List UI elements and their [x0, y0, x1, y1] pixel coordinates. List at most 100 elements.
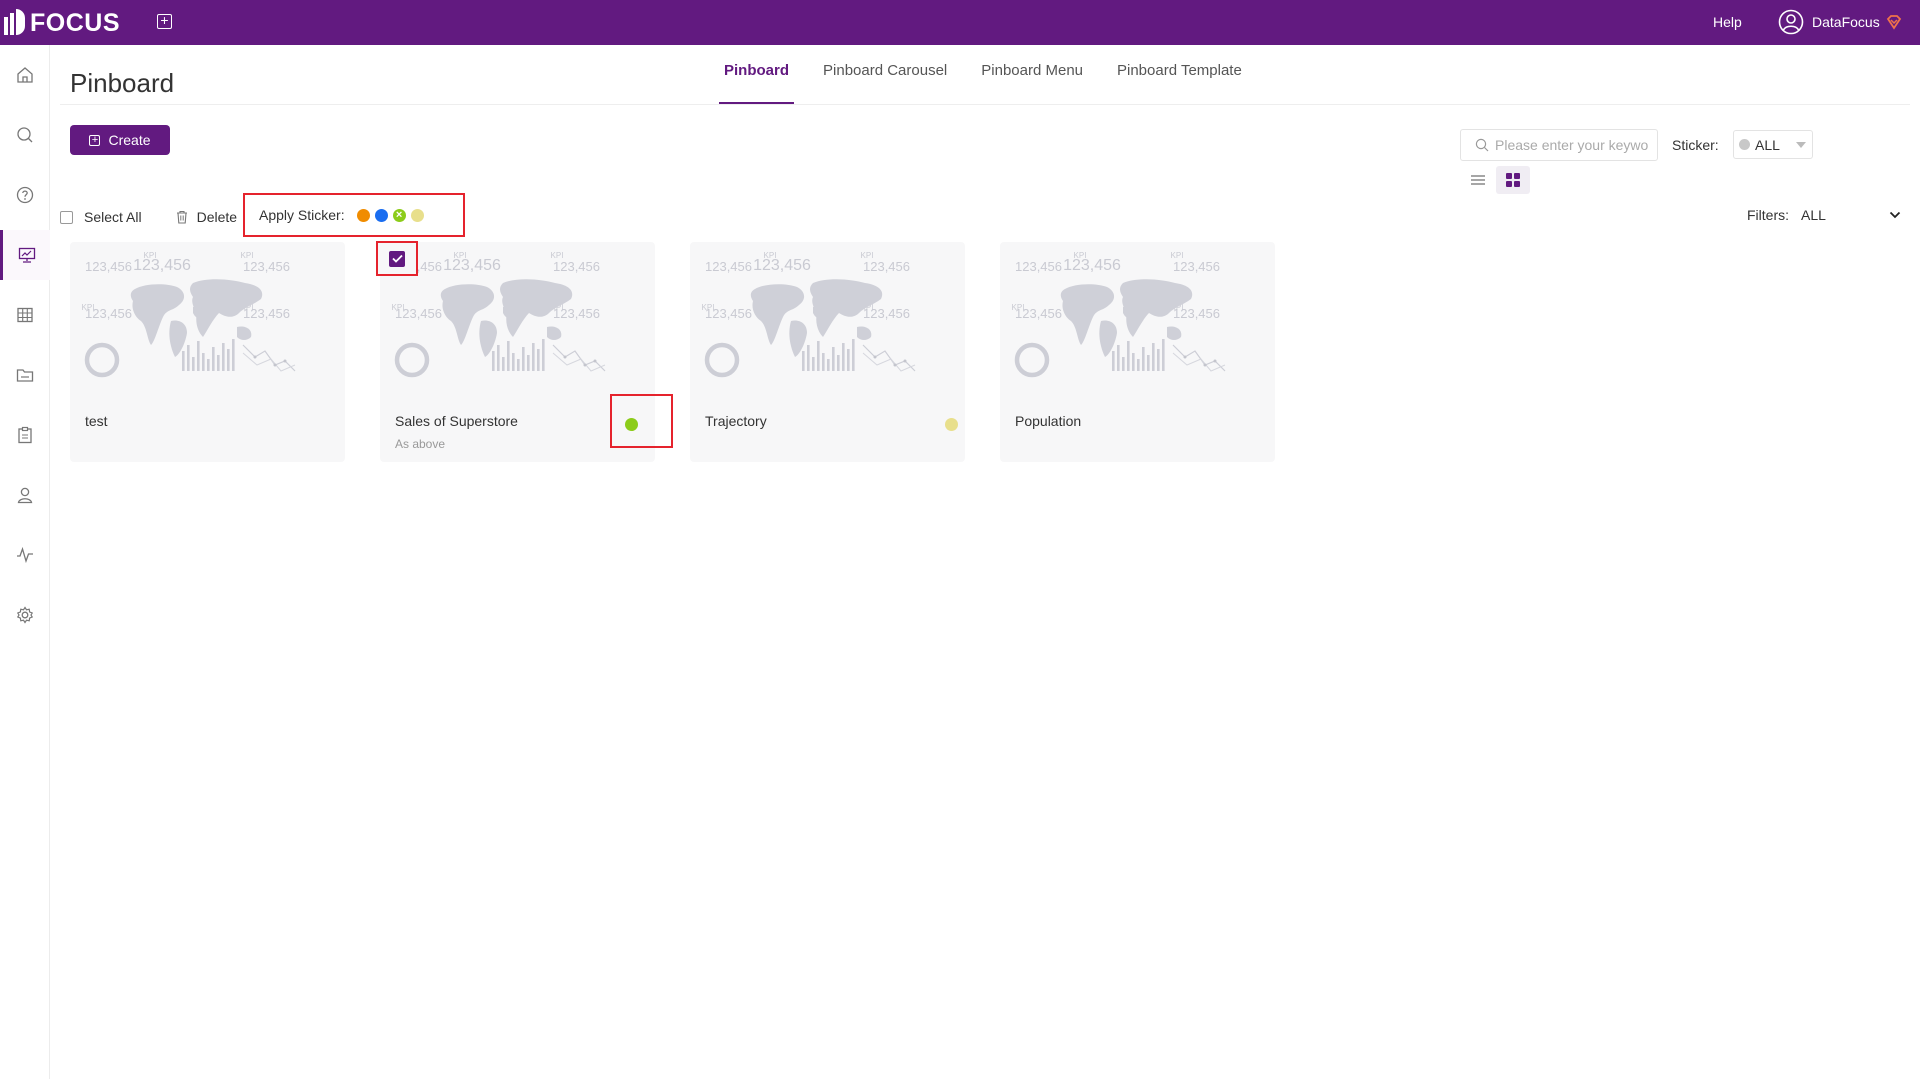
- focus-logo[interactable]: FOCUS: [4, 8, 120, 38]
- add-tab-icon[interactable]: +: [157, 13, 172, 29]
- user-avatar-icon: [1778, 9, 1804, 35]
- checkbox-icon: [60, 210, 73, 224]
- plus-square-icon: +: [89, 134, 101, 146]
- sidebar-item-data[interactable]: [0, 290, 50, 340]
- page-title: Pinboard: [70, 68, 175, 98]
- pinboard-thumbnail: KPI 123,456 123,456 KPI 123,456 KPI 123,456 KP…: [75, 247, 340, 407]
- select-all-checkbox[interactable]: Select All: [60, 209, 142, 225]
- tab-bar: Pinboard Pinboard Carousel Pinboard Menu…: [719, 62, 1271, 104]
- logo-mark-icon: [4, 9, 25, 35]
- apply-sticker-label: Apply Sticker:: [259, 207, 345, 223]
- apply-sticker-group: Apply Sticker: ×: [243, 193, 465, 237]
- sticker-filter-value: ALL: [1755, 136, 1780, 153]
- user-name: DataFocus: [1812, 14, 1880, 30]
- help-link[interactable]: Help: [1713, 14, 1742, 30]
- kpi-text: 123,456: [553, 259, 600, 274]
- grid-icon: [1506, 173, 1520, 187]
- list-view-button[interactable]: [1465, 169, 1491, 191]
- sticker-color-option[interactable]: ×: [392, 208, 406, 222]
- search-icon: [17, 127, 33, 143]
- pinboard-card-title: test: [85, 413, 108, 429]
- kpi-text: 123,456: [243, 306, 290, 321]
- sidebar-item-users[interactable]: [0, 470, 50, 520]
- create-button[interactable]: + Create: [70, 125, 170, 155]
- pinboard-thumbnail: KPI 123,456 123,456 KPI 123,456 KPI 123,456 KP…: [695, 247, 960, 407]
- filters: Filters: ALL: [1747, 207, 1901, 223]
- chevron-down-icon: [1889, 211, 1901, 219]
- pinboard-icon: [18, 247, 35, 263]
- tab-pinboard-menu[interactable]: Pinboard Menu: [976, 62, 1088, 104]
- kpi-text: 123,456: [1173, 259, 1220, 274]
- pinboard-card[interactable]: KPI 123,456 123,456 KPI 123,456 KPI 123,456 KP…: [1000, 242, 1275, 462]
- tab-pinboard[interactable]: Pinboard: [719, 62, 795, 104]
- sidebar-item-settings[interactable]: [0, 590, 50, 640]
- remove-sticker-icon: ×: [395, 208, 403, 221]
- sidebar-item-help[interactable]: [0, 170, 50, 220]
- logo-text: FOCUS: [30, 8, 120, 37]
- sticker-filter-select[interactable]: ALL: [1733, 130, 1813, 159]
- filters-select[interactable]: ALL: [1801, 207, 1901, 223]
- sticker-dot-icon: [1739, 139, 1750, 150]
- pinboard-card-title: Trajectory: [705, 413, 767, 429]
- kpi-text: 123,456: [863, 259, 910, 274]
- kpi-text: 123,456: [863, 306, 910, 321]
- kpi-text: 123,456: [1015, 306, 1062, 321]
- kpi-text: 123,456: [443, 257, 501, 274]
- search-input[interactable]: [1495, 137, 1655, 153]
- sidebar-item-monitor[interactable]: [0, 530, 50, 580]
- pinboard-card-title: Population: [1015, 413, 1082, 429]
- gear-icon: [16, 606, 34, 624]
- sidebar-item-home[interactable]: [0, 50, 50, 100]
- trash-icon: [176, 210, 187, 224]
- pinboard-card[interactable]: KPI 123,456 123,456 KPI 123,456 KPI 123,456 KP…: [70, 242, 345, 462]
- search-icon: [1475, 138, 1489, 152]
- kpi-text: 123,456: [1173, 306, 1220, 321]
- user-menu[interactable]: DataFocus: [1778, 9, 1902, 35]
- sidebar-item-tasks[interactable]: [0, 410, 50, 460]
- kpi-text: 123,456: [85, 259, 132, 274]
- filters-label: Filters:: [1747, 207, 1789, 223]
- folder-icon: [16, 369, 34, 382]
- clipboard-icon: [18, 426, 32, 444]
- filters-value: ALL: [1801, 207, 1826, 223]
- sidebar-item-search[interactable]: [0, 110, 50, 160]
- kpi-text: 123,456: [395, 306, 442, 321]
- kpi-text: 123,456: [705, 306, 752, 321]
- sticker-color-option[interactable]: [410, 208, 424, 222]
- header-divider: [60, 104, 1910, 105]
- home-icon: [17, 67, 33, 83]
- batch-toolbar: Select All Delete: [60, 205, 237, 229]
- sticker-color-option[interactable]: [356, 208, 370, 222]
- sidebar-item-pinboard[interactable]: [0, 230, 50, 280]
- tab-pinboard-carousel[interactable]: Pinboard Carousel: [818, 62, 952, 104]
- card-checkbox-highlight[interactable]: [376, 241, 418, 276]
- pinboard-card-title: Sales of Superstore: [395, 413, 518, 429]
- kpi-text: 123,456: [1015, 259, 1062, 274]
- create-button-label: Create: [108, 132, 151, 148]
- question-icon: [16, 186, 34, 204]
- sticker-filter-label: Sticker:: [1672, 137, 1719, 153]
- checkbox-checked-icon: [389, 250, 405, 267]
- caret-down-icon: [1796, 142, 1806, 148]
- sidebar: [0, 45, 50, 1079]
- user-icon: [17, 487, 33, 504]
- pulse-icon: [17, 546, 33, 564]
- card-sticker-badge[interactable]: [945, 418, 958, 431]
- tab-pinboard-template[interactable]: Pinboard Template: [1112, 62, 1247, 104]
- kpi-text: 123,456: [133, 257, 191, 274]
- table-icon: [17, 307, 33, 323]
- grid-view-button[interactable]: [1496, 166, 1530, 194]
- sticker-color-option[interactable]: [374, 208, 388, 222]
- pinboard-thumbnail: KPI 123,456 123,456 KPI 123,456 KPI 123,456 KP…: [1005, 247, 1270, 407]
- vip-badge-icon: [1886, 15, 1901, 30]
- card-sticker-highlight: [610, 394, 673, 448]
- list-icon: [1471, 175, 1485, 185]
- pinboard-card[interactable]: KPI 123,456 123,456 KPI 123,456 KPI 123,456 KP…: [690, 242, 965, 462]
- search-box: [1460, 129, 1658, 161]
- delete-button[interactable]: Delete: [175, 209, 237, 225]
- top-bar: FOCUS + Help DataFocus: [0, 0, 1920, 45]
- pinboard-card-description: As above: [395, 437, 446, 451]
- kpi-text: 123,456: [1063, 257, 1121, 274]
- kpi-text: 123,456: [753, 257, 811, 274]
- sidebar-item-folder[interactable]: [0, 350, 50, 400]
